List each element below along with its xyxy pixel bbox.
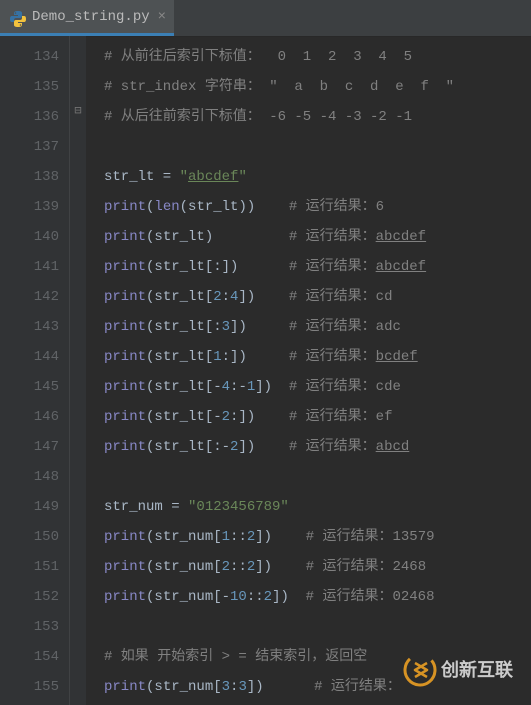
- tab-bar: Demo_string.py ×: [0, 0, 531, 37]
- line-number: 135: [0, 72, 59, 102]
- code-line[interactable]: print(len(str_lt)) # 运行结果：6: [104, 192, 454, 222]
- fold-marker-icon[interactable]: ⊟: [72, 96, 84, 126]
- line-number: 146: [0, 402, 59, 432]
- line-number: 148: [0, 462, 59, 492]
- tab-filename: Demo_string.py: [32, 2, 150, 32]
- code-line[interactable]: print(str_lt[1:]) # 运行结果：bcdef: [104, 342, 454, 372]
- code-line[interactable]: # 从后往前索引下标值： -6 -5 -4 -3 -2 -1: [104, 102, 454, 132]
- line-number: 144: [0, 342, 59, 372]
- code-line[interactable]: str_lt = ″abcdef″: [104, 162, 454, 192]
- code-content[interactable]: # 从前往后索引下标值： 0 1 2 3 4 5# str_index 字符串：…: [86, 36, 454, 705]
- line-number: 155: [0, 672, 59, 702]
- code-line[interactable]: print(str_lt) # 运行结果：abcdef: [104, 222, 454, 252]
- code-line[interactable]: str_num = ″0123456789″: [104, 492, 454, 522]
- python-file-icon: [10, 9, 26, 25]
- line-number: 140: [0, 222, 59, 252]
- watermark-text: 创新互联: [440, 659, 513, 680]
- line-number: 145: [0, 372, 59, 402]
- code-line[interactable]: # 如果 开始索引 > = 结束索引，返回空: [104, 642, 454, 672]
- code-line[interactable]: print(str_lt[-2:]) # 运行结果：ef: [104, 402, 454, 432]
- line-number: 153: [0, 612, 59, 642]
- line-number: 139: [0, 192, 59, 222]
- line-number: 136: [0, 102, 59, 132]
- code-line[interactable]: print(str_lt[2:4]) # 运行结果：cd: [104, 282, 454, 312]
- code-line[interactable]: print(str_num[1::2]) # 运行结果：13579: [104, 522, 454, 552]
- code-line[interactable]: print(str_lt[:]) # 运行结果：abcdef: [104, 252, 454, 282]
- line-number: 141: [0, 252, 59, 282]
- code-line[interactable]: print(str_lt[:-2]) # 运行结果：abcd: [104, 432, 454, 462]
- code-line[interactable]: print(str_num[3:3]) # 运行结果：: [104, 672, 454, 702]
- line-number: 143: [0, 312, 59, 342]
- line-number: 152: [0, 582, 59, 612]
- watermark-logo: 创新互联: [403, 653, 523, 699]
- file-tab[interactable]: Demo_string.py ×: [0, 0, 174, 36]
- line-number: 142: [0, 282, 59, 312]
- code-line[interactable]: print(str_lt[:3]) # 运行结果：adc: [104, 312, 454, 342]
- ide-window: Demo_string.py × 13413513613713813914014…: [0, 0, 531, 705]
- line-number: 137: [0, 132, 59, 162]
- line-number: 154: [0, 642, 59, 672]
- close-icon[interactable]: ×: [158, 2, 166, 32]
- line-number-gutter: 1341351361371381391401411421431441451461…: [0, 36, 70, 705]
- code-line[interactable]: print(str_lt[-4:-1]) # 运行结果：cde: [104, 372, 454, 402]
- fold-gutter: ⊟: [70, 36, 86, 705]
- line-number: 147: [0, 432, 59, 462]
- code-line[interactable]: print(str_num[-10::2]) # 运行结果：02468: [104, 582, 454, 612]
- code-line[interactable]: [104, 612, 454, 642]
- code-line[interactable]: # 从前往后索引下标值： 0 1 2 3 4 5: [104, 42, 454, 72]
- line-number: 150: [0, 522, 59, 552]
- line-number: 151: [0, 552, 59, 582]
- line-number: 149: [0, 492, 59, 522]
- code-line[interactable]: print(str_num[2::2]) # 运行结果：2468: [104, 552, 454, 582]
- code-line[interactable]: # str_index 字符串： ″ a b c d e f ″: [104, 72, 454, 102]
- editor-area[interactable]: 1341351361371381391401411421431441451461…: [0, 36, 531, 705]
- line-number: 138: [0, 162, 59, 192]
- line-number: 134: [0, 42, 59, 72]
- code-line[interactable]: [104, 462, 454, 492]
- code-line[interactable]: [104, 132, 454, 162]
